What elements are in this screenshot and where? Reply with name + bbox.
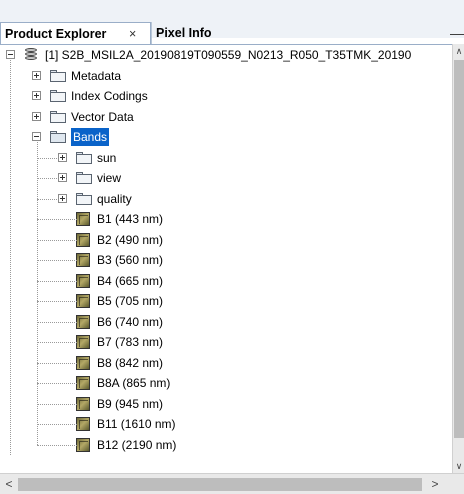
expand-icon[interactable]	[32, 91, 41, 100]
band-raster-icon	[76, 314, 90, 329]
collapse-icon[interactable]	[32, 132, 41, 141]
tree-item-label: B9 (945 nm)	[97, 396, 164, 411]
folder-body	[76, 153, 92, 164]
tree-item[interactable]: Vector Data	[0, 107, 452, 127]
tree-item-label: B1 (443 nm)	[97, 212, 164, 226]
band-raster-icon	[76, 355, 90, 370]
tree-item-label: quality	[97, 191, 132, 206]
tree-branch-line	[37, 280, 77, 282]
minimize-icon[interactable]: —	[450, 22, 464, 44]
tree-item-label: Metadata	[71, 68, 122, 83]
tree-branch-line	[37, 362, 77, 364]
tree-item-label: B4 (665 nm)	[97, 273, 164, 288]
tree-item[interactable]: Bands	[0, 127, 452, 147]
band-raster-icon	[76, 417, 90, 431]
scroll-up-icon[interactable]: ∧	[453, 44, 464, 58]
tab-pixel-info[interactable]: Pixel Info	[151, 22, 251, 44]
tree-item-label: view	[97, 171, 122, 185]
tab-product-explorer[interactable]: Product Explorer ×	[0, 22, 151, 44]
folder-body	[50, 71, 66, 82]
product-tree[interactable]: [1] S2B_MSIL2A_20190819T090559_N0213_R05…	[0, 44, 452, 473]
folder-body	[50, 112, 66, 123]
tree-item-label: B11 (1610 nm)	[97, 417, 176, 431]
expand-icon[interactable]	[58, 152, 67, 162]
tab-label: Product Explorer	[5, 27, 107, 41]
tree-item-label: B8 (842 nm)	[97, 355, 164, 370]
tree-item[interactable]: [1] S2B_MSIL2A_20190819T090559_N0213_R05…	[0, 45, 452, 65]
horizontal-scrollbar[interactable]: < >	[0, 473, 464, 494]
tab-bar: Product Explorer × Pixel Info —	[0, 0, 464, 44]
band-raster-icon	[76, 396, 90, 411]
folder-body	[76, 194, 92, 205]
scroll-thumb[interactable]	[18, 478, 422, 491]
scroll-right-icon[interactable]: >	[428, 476, 442, 492]
tree-branch-line	[37, 260, 77, 261]
collapse-icon[interactable]	[6, 50, 15, 59]
scroll-left-icon[interactable]: <	[2, 476, 16, 492]
tree-branch-line	[37, 424, 77, 425]
tree-guide-line	[37, 142, 38, 445]
tree-item-label: Vector Data	[71, 109, 134, 124]
tree-branch-line	[37, 403, 77, 405]
tree-item-label: B2 (490 nm)	[97, 232, 164, 247]
band-raster-icon	[76, 376, 90, 390]
band-raster-icon	[76, 212, 90, 226]
tree-item-label: sun	[97, 150, 117, 165]
tree-branch-line	[37, 342, 77, 343]
tree-item-label: B6 (740 nm)	[97, 314, 164, 329]
folder-body	[50, 133, 66, 143]
band-raster-icon	[76, 253, 90, 267]
folder-body	[50, 92, 66, 102]
tree-item[interactable]: view	[0, 168, 452, 188]
expand-icon[interactable]	[32, 111, 41, 121]
tree-item-label: Index Codings	[71, 89, 148, 103]
band-raster-icon	[76, 294, 90, 308]
band-raster-icon	[76, 232, 90, 247]
tree-branch-line	[37, 178, 57, 179]
expand-icon[interactable]	[32, 70, 41, 80]
expand-icon[interactable]	[58, 193, 67, 203]
tree-branch-line	[37, 239, 77, 241]
tree-item-label: B8A (865 nm)	[97, 376, 171, 390]
tree-item[interactable]: sun	[0, 148, 452, 168]
tree-item[interactable]: Index Codings	[0, 86, 452, 106]
band-raster-icon	[76, 273, 90, 288]
folder-icon	[76, 192, 92, 205]
folder-icon	[76, 151, 92, 164]
scroll-down-icon[interactable]: ∨	[453, 459, 464, 473]
band-raster-icon	[76, 335, 90, 349]
folder-icon	[76, 172, 92, 184]
tree-item-label: B5 (705 nm)	[97, 294, 164, 308]
tree-item-label: [1] S2B_MSIL2A_20190819T090559_N0213_R05…	[45, 48, 412, 62]
disk-part	[25, 56, 37, 60]
tab-label: Pixel Info	[156, 26, 212, 40]
folder-icon	[50, 110, 66, 123]
band-raster-icon	[76, 437, 90, 452]
expand-icon[interactable]	[58, 173, 67, 182]
close-icon[interactable]: ×	[129, 23, 136, 45]
tree-item-label: B3 (560 nm)	[97, 253, 164, 267]
tree-branch-line	[37, 157, 57, 159]
tree-branch-line	[37, 444, 77, 446]
folder-icon	[50, 90, 66, 102]
tree-item[interactable]: quality	[0, 189, 452, 209]
folder-icon	[50, 69, 66, 82]
scroll-thumb[interactable]	[454, 60, 464, 438]
tree-branch-line	[37, 321, 77, 323]
tree-guide-line	[10, 60, 11, 455]
tree-branch-line	[37, 383, 77, 384]
tree-branch-line	[37, 198, 57, 200]
tree-item-label: Bands	[71, 128, 110, 146]
tree-branch-line	[37, 301, 77, 302]
tree-item-label: B7 (783 nm)	[97, 335, 164, 349]
tree-branch-line	[37, 219, 77, 220]
vertical-scrollbar[interactable]: ∧ ∨	[452, 44, 464, 473]
folder-open-icon	[50, 131, 66, 143]
product-icon	[24, 48, 38, 62]
product-explorer-panel: Product Explorer × Pixel Info — [1] S2B_…	[0, 0, 464, 494]
tree-item-label: B12 (2190 nm)	[97, 437, 177, 452]
folder-body	[76, 174, 92, 184]
tree-item[interactable]: Metadata	[0, 66, 452, 86]
